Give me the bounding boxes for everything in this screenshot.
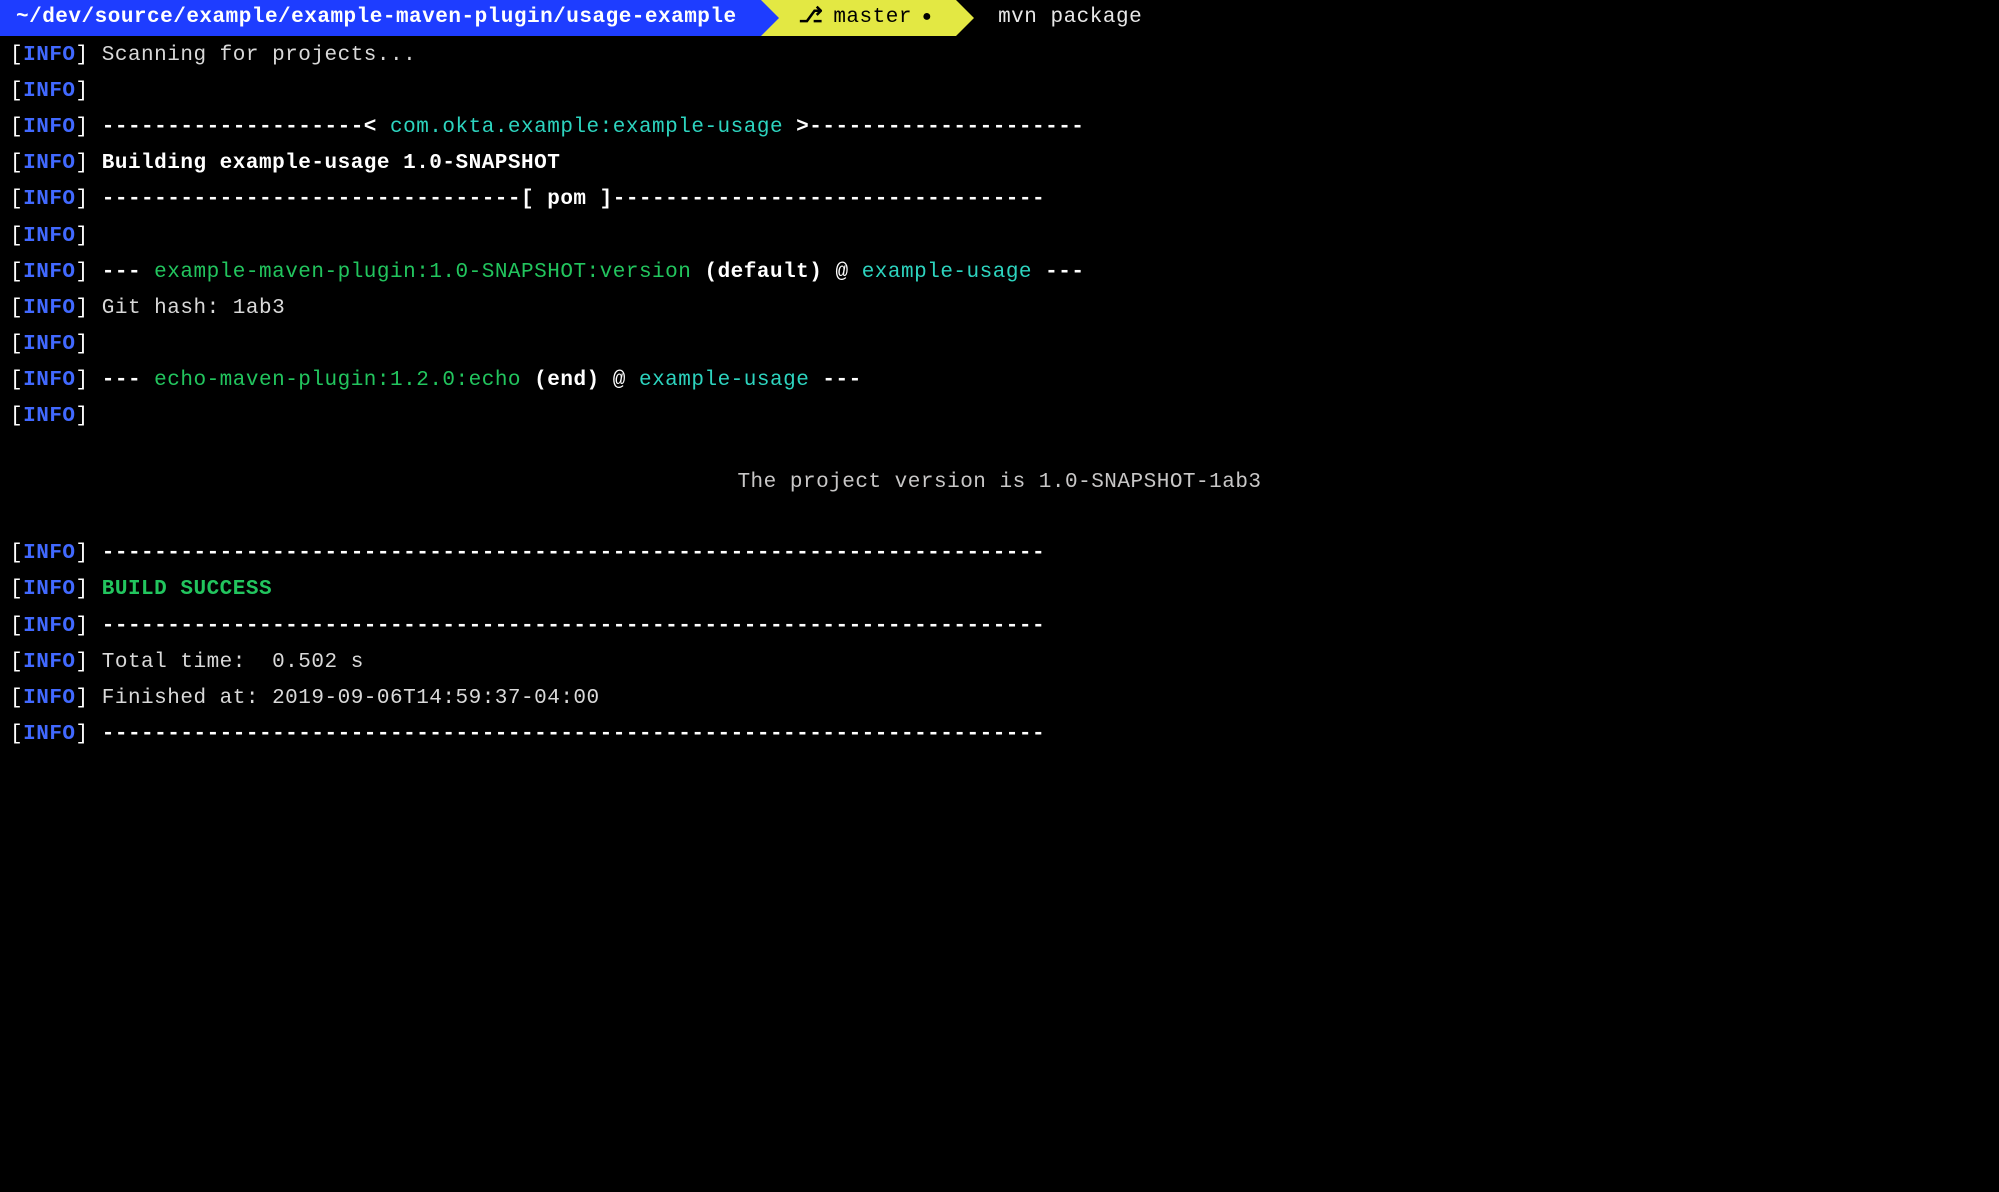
log-level-tag: INFO bbox=[23, 405, 75, 428]
log-level-tag: INFO bbox=[23, 369, 75, 392]
pom-hr: --------------------------------[ pom ]-… bbox=[102, 188, 1045, 211]
cwd-path: ~/dev/source/example/example-maven-plugi… bbox=[16, 0, 737, 36]
hr-divider: ----------------------------------------… bbox=[102, 542, 1045, 565]
echo-output: The project version is 1.0-SNAPSHOT-1ab3 bbox=[0, 465, 1999, 501]
output-line: [INFO] bbox=[0, 327, 1999, 363]
log-level-tag: INFO bbox=[23, 297, 75, 320]
output-line: [INFO] ---------------------------------… bbox=[0, 609, 1999, 645]
log-level-tag: INFO bbox=[23, 188, 75, 211]
git-dirty-icon: ● bbox=[922, 4, 932, 32]
hr-divider: ----------------------------------------… bbox=[102, 723, 1045, 746]
log-level-tag: INFO bbox=[23, 723, 75, 746]
git-hash-text: Git hash: 1ab3 bbox=[102, 297, 285, 320]
output-line: [INFO] Scanning for projects... bbox=[0, 38, 1999, 74]
prompt-path-segment: ~/dev/source/example/example-maven-plugi… bbox=[0, 0, 761, 36]
output-line: [INFO] Total time: 0.502 s bbox=[0, 645, 1999, 681]
output-line: [INFO] bbox=[0, 219, 1999, 255]
output-line: [INFO] --------------------< com.okta.ex… bbox=[0, 110, 1999, 146]
log-level-tag: INFO bbox=[23, 578, 75, 601]
log-level-tag: INFO bbox=[23, 261, 75, 284]
hr-divider: ----------------------------------------… bbox=[102, 615, 1045, 638]
git-branch-icon: ⎇ bbox=[799, 0, 824, 36]
log-level-tag: INFO bbox=[23, 225, 75, 248]
log-level-tag: INFO bbox=[23, 116, 75, 139]
output-line: [INFO] --------------------------------[… bbox=[0, 182, 1999, 218]
log-level-tag: INFO bbox=[23, 333, 75, 356]
output-line: [INFO] Git hash: 1ab3 bbox=[0, 291, 1999, 327]
log-level-tag: INFO bbox=[23, 687, 75, 710]
artifact-id: com.okta.example:example-usage bbox=[390, 116, 783, 139]
output-line: [INFO] ---------------------------------… bbox=[0, 717, 1999, 753]
log-level-tag: INFO bbox=[23, 152, 75, 175]
plugin-target: example-usage bbox=[639, 369, 809, 392]
shell-prompt: ~/dev/source/example/example-maven-plugi… bbox=[0, 0, 1999, 36]
scanning-text: Scanning for projects... bbox=[102, 44, 416, 67]
log-level-tag: INFO bbox=[23, 542, 75, 565]
log-level-tag: INFO bbox=[23, 651, 75, 674]
output-line: [INFO] --- example-maven-plugin:1.0-SNAP… bbox=[0, 255, 1999, 291]
building-text: Building example-usage 1.0-SNAPSHOT bbox=[102, 152, 561, 175]
output-line: [INFO] --- echo-maven-plugin:1.2.0:echo … bbox=[0, 363, 1999, 399]
output-line: [INFO] BUILD SUCCESS bbox=[0, 572, 1999, 608]
command-text: mvn package bbox=[998, 6, 1142, 29]
plugin-goal: echo-maven-plugin:1.2.0:echo bbox=[154, 369, 521, 392]
output-line: [INFO] Building example-usage 1.0-SNAPSH… bbox=[0, 146, 1999, 182]
version-echo-text: The project version is 1.0-SNAPSHOT-1ab3 bbox=[737, 471, 1261, 494]
log-level-tag: INFO bbox=[23, 80, 75, 103]
log-level-tag: INFO bbox=[23, 44, 75, 67]
finished-at-text: Finished at: 2019-09-06T14:59:37-04:00 bbox=[102, 687, 600, 710]
total-time-text: Total time: 0.502 s bbox=[102, 651, 364, 674]
git-branch-name: master bbox=[833, 0, 912, 36]
output-line: [INFO] bbox=[0, 74, 1999, 110]
output-line: [INFO] bbox=[0, 399, 1999, 435]
prompt-branch-segment: ⎇ master ● bbox=[761, 0, 956, 36]
plugin-target: example-usage bbox=[862, 261, 1032, 284]
build-success-text: BUILD SUCCESS bbox=[102, 578, 272, 601]
plugin-goal: example-maven-plugin:1.0-SNAPSHOT:versio… bbox=[154, 261, 691, 284]
output-line: [INFO] ---------------------------------… bbox=[0, 536, 1999, 572]
output-line: [INFO] Finished at: 2019-09-06T14:59:37-… bbox=[0, 681, 1999, 717]
command-input[interactable]: mvn package bbox=[956, 0, 1142, 36]
log-level-tag: INFO bbox=[23, 615, 75, 638]
